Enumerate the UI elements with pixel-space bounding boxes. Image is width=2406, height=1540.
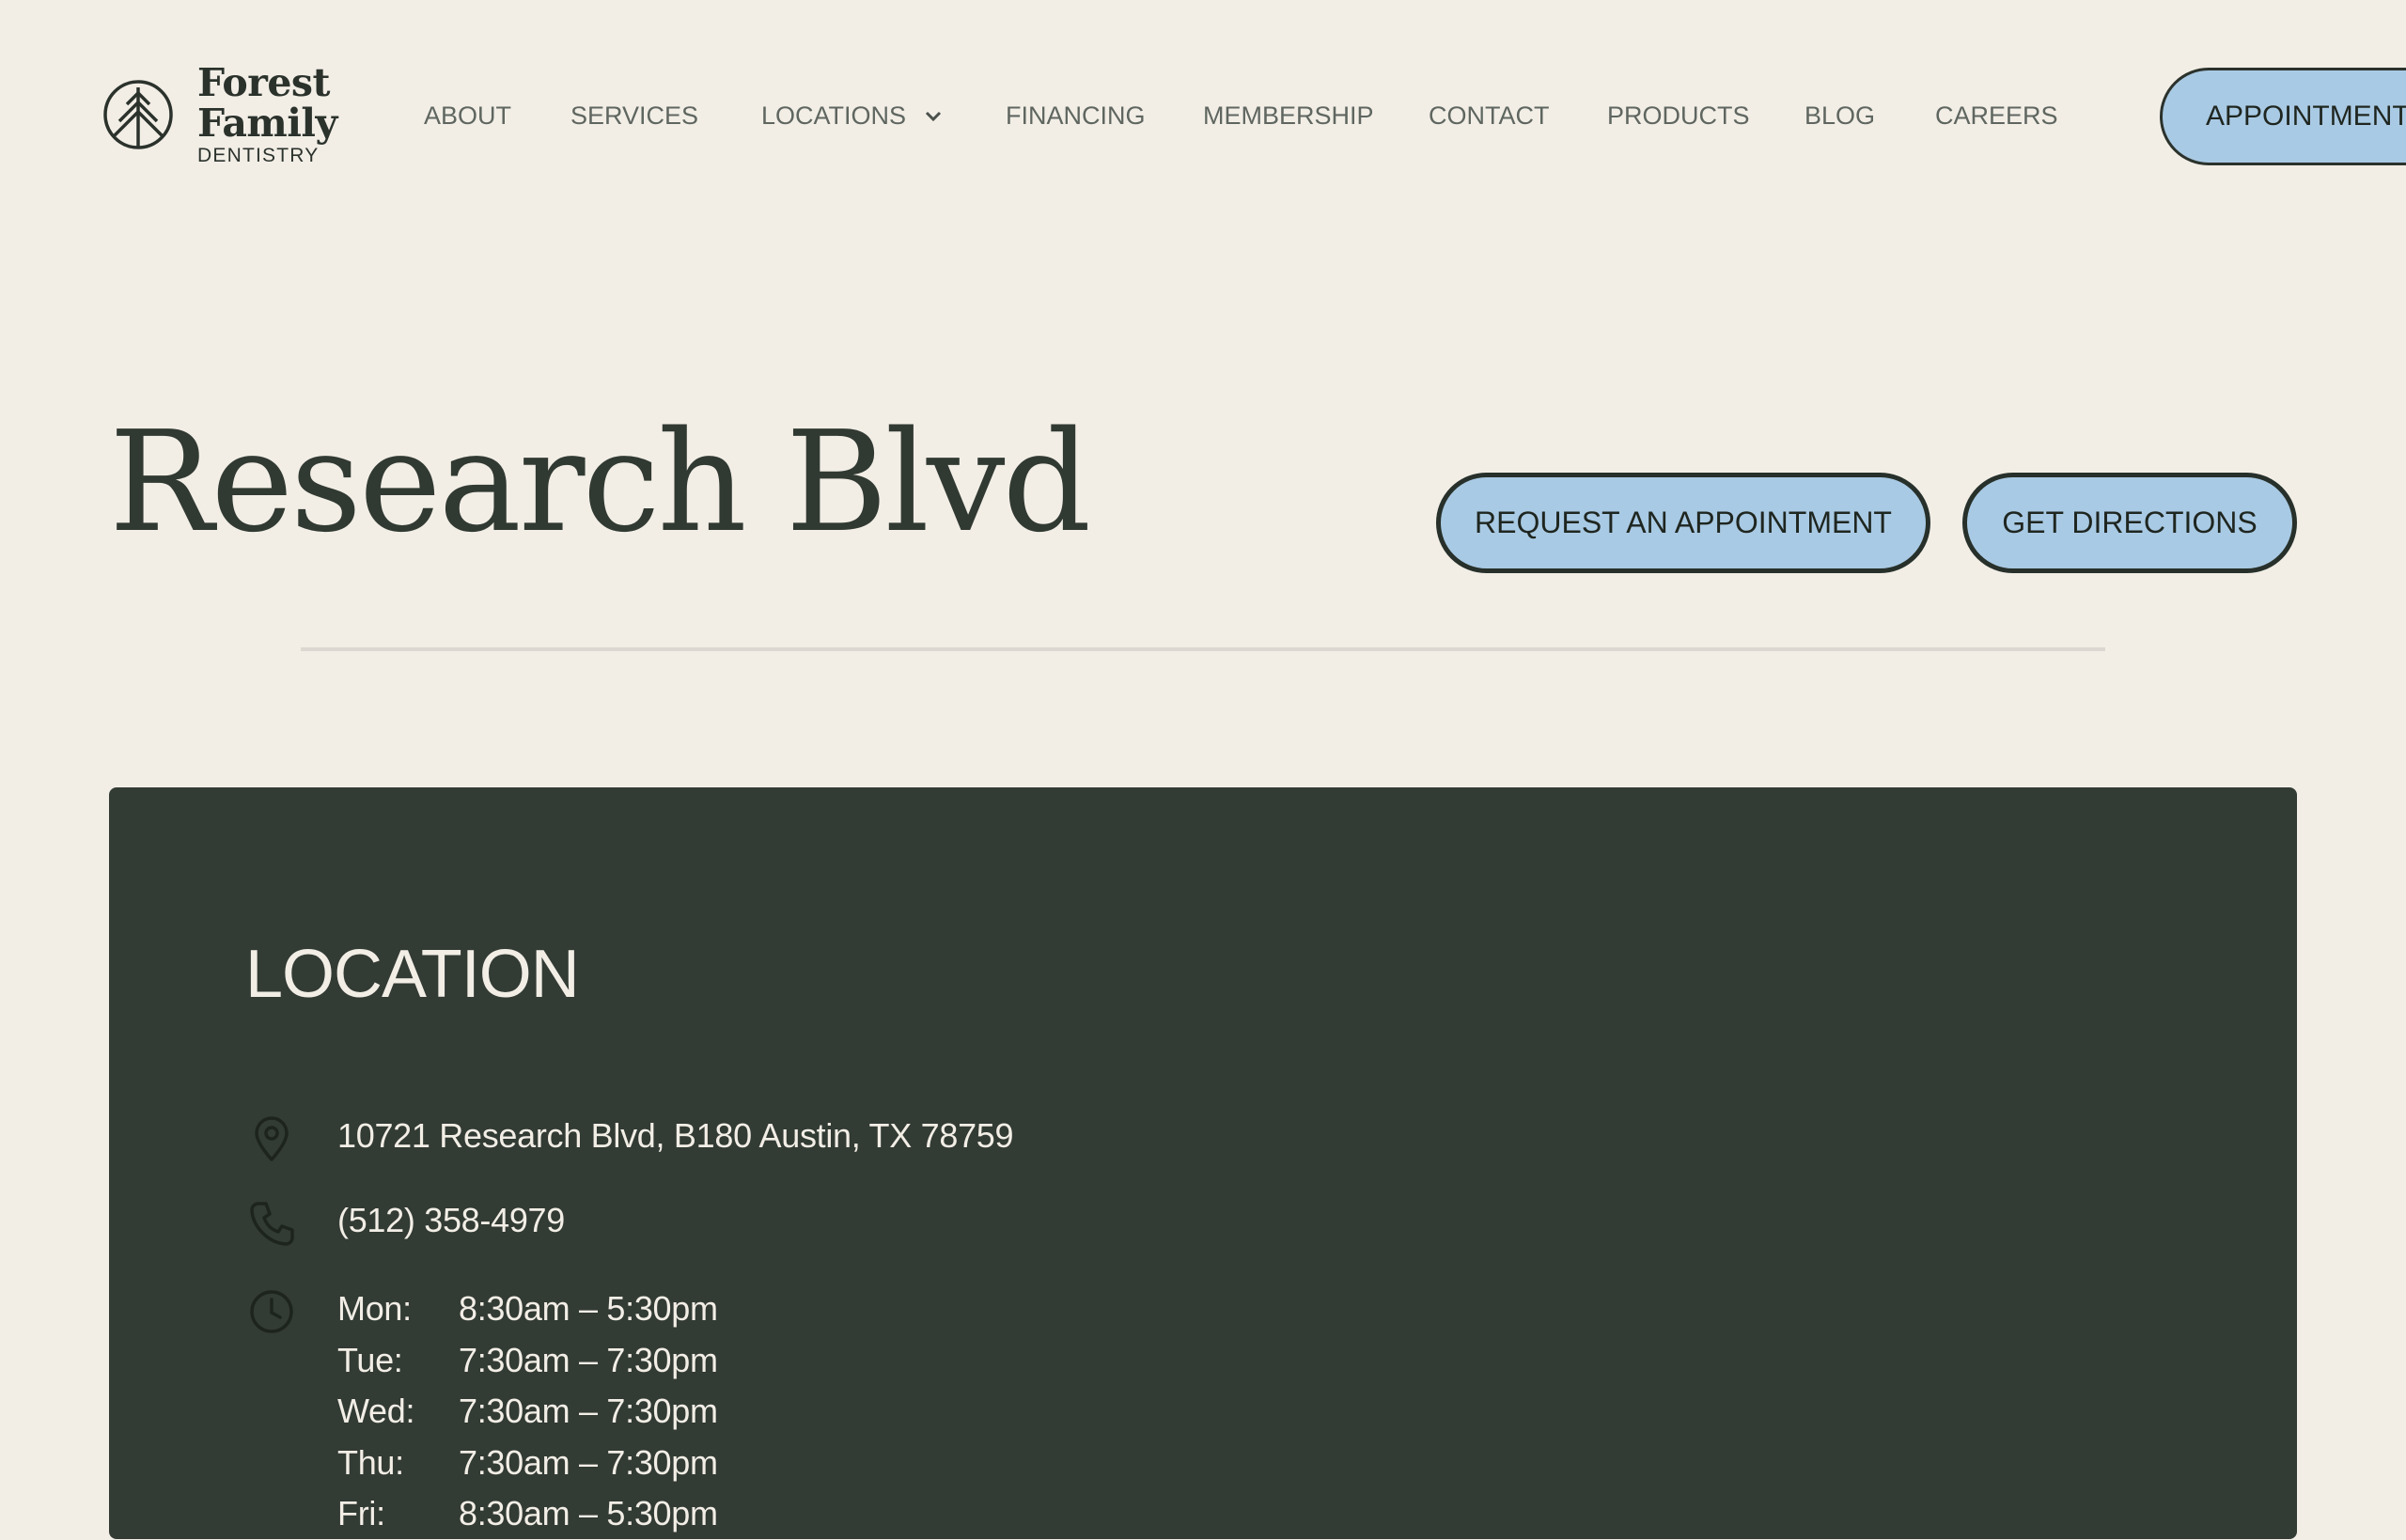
hours-item: Mon: 8:30am – 5:30pm <box>337 1283 718 1335</box>
hours-day: Tue: <box>337 1340 403 1379</box>
hours-item: Tue: 7:30am – 7:30pm <box>337 1335 718 1387</box>
hours-item: Wed: 7:30am – 7:30pm <box>337 1386 718 1438</box>
brand-line-3: DENTISTRY <box>197 145 320 166</box>
phone-icon <box>250 1202 294 1246</box>
hours-time: 8:30am – 5:30pm <box>459 1494 718 1532</box>
address-link[interactable]: 10721 Research Blvd, B180 Austin, TX 787… <box>337 1116 1014 1156</box>
brand-line-2: Family <box>197 101 337 146</box>
hours-item: Fri: 8:30am – 5:30pm <box>337 1488 718 1540</box>
nav-item-products[interactable]: PRODUCTS <box>1607 101 1750 131</box>
brand-line-1: Forest <box>197 60 330 105</box>
site-header: Forest Family DENTISTRY ABOUT SERVICES L… <box>0 0 2406 235</box>
hours-day: Wed: <box>337 1392 415 1430</box>
brand-logo[interactable]: Forest Family DENTISTRY <box>102 64 337 165</box>
phone-row <box>245 1198 298 1251</box>
location-card: LOCATION 10721 Research Blvd, B180 Austi… <box>109 787 2297 1539</box>
nav-item-locations-label: LOCATIONS <box>761 101 907 130</box>
nav-item-contact[interactable]: CONTACT <box>1429 101 1550 131</box>
page-title: Research Blvd <box>109 401 1091 563</box>
nav-item-about[interactable]: ABOUT <box>424 101 511 131</box>
section-divider <box>301 647 2105 651</box>
nav-item-blog[interactable]: BLOG <box>1804 101 1875 131</box>
hours-list: Mon: 8:30am – 5:30pm Tue: 7:30am – 7:30p… <box>337 1283 718 1540</box>
hours-time: 7:30am – 7:30pm <box>459 1442 718 1482</box>
hours-day: Fri: <box>337 1494 385 1532</box>
hours-time: 8:30am – 5:30pm <box>459 1289 718 1328</box>
hours-row <box>245 1285 298 1338</box>
nav-item-careers[interactable]: CAREERS <box>1935 101 2058 131</box>
hours-time: 7:30am – 7:30pm <box>459 1340 718 1379</box>
nav-item-services[interactable]: SERVICES <box>570 101 698 131</box>
hours-time: 7:30am – 7:30pm <box>459 1392 718 1430</box>
address-row <box>245 1112 298 1165</box>
map-pin-icon <box>255 1116 289 1161</box>
nav-item-financing[interactable]: FINANCING <box>1006 101 1146 131</box>
chevron-down-icon <box>925 111 942 121</box>
hours-day: Mon: <box>337 1289 412 1328</box>
tree-logo-icon <box>103 80 173 149</box>
clock-icon <box>250 1290 293 1333</box>
hours-day: Thu: <box>337 1442 404 1482</box>
brand-wordmark: Forest Family DENTISTRY <box>197 60 337 166</box>
request-appointment-button[interactable]: REQUEST AN APPOINTMENT <box>1436 473 1930 573</box>
nav-item-locations[interactable]: LOCATIONS <box>761 101 944 131</box>
appointment-button[interactable]: APPOINTMENT <box>2160 68 2406 165</box>
phone-link[interactable]: (512) 358-4979 <box>337 1201 565 1240</box>
nav-item-membership[interactable]: MEMBERSHIP <box>1203 101 1374 131</box>
hours-item: Thu: 7:30am – 7:30pm <box>337 1438 718 1489</box>
get-directions-button[interactable]: GET DIRECTIONS <box>1962 473 2297 573</box>
location-heading: LOCATION <box>245 937 580 1012</box>
